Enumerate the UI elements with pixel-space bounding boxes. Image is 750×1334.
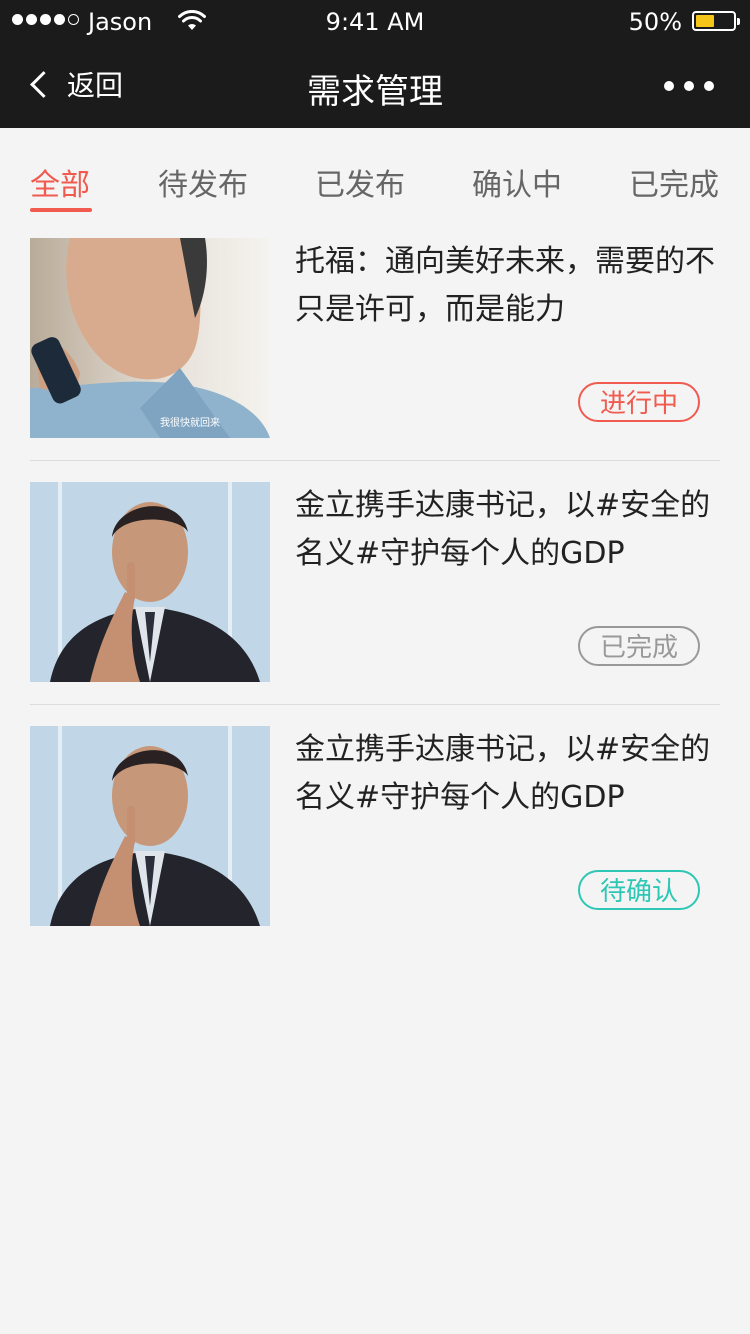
list-item[interactable]: 金立携手达康书记，以#安全的名义#守护每个人的GDP 待确认 — [30, 726, 720, 926]
item-title: 金立携手达康书记，以#安全的名义#守护每个人的GDP — [295, 732, 711, 815]
battery-percentage: 50% — [628, 8, 682, 36]
status-badge: 待确认 — [577, 870, 700, 910]
active-tab-indicator — [30, 208, 92, 212]
item-thumbnail — [30, 482, 270, 682]
tab-confirming[interactable]: 确认中 — [472, 160, 562, 204]
status-bar: Jason 9:41 AM 50% — [0, 0, 750, 44]
status-tabs: 全部 待发布 已发布 确认中 已完成 — [0, 128, 750, 218]
list-divider — [30, 704, 720, 705]
tab-pending-publish[interactable]: 待发布 — [158, 160, 248, 204]
navigation-bar: 返回 需求管理 — [0, 44, 750, 128]
tab-published[interactable]: 已发布 — [315, 160, 405, 204]
list-item[interactable]: 我很快就回来 托福：通向美好未来，需要的不只是许可，而是能力 进行中 — [30, 238, 720, 438]
more-dots-icon[interactable] — [664, 81, 714, 91]
battery-icon — [692, 11, 740, 31]
item-thumbnail — [30, 726, 270, 926]
page-title: 需求管理 — [307, 72, 443, 112]
tab-all[interactable]: 全部 — [30, 160, 90, 204]
item-thumbnail: 我很快就回来 — [30, 238, 270, 438]
thumbnail-caption: 我很快就回来 — [160, 416, 220, 429]
status-badge: 进行中 — [577, 382, 700, 422]
item-title: 金立携手达康书记，以#安全的名义#守护每个人的GDP — [295, 488, 711, 571]
list-divider — [30, 460, 720, 461]
tab-completed[interactable]: 已完成 — [629, 160, 719, 204]
item-title: 托福：通向美好未来，需要的不只是许可，而是能力 — [295, 244, 715, 327]
list-item[interactable]: 金立携手达康书记，以#安全的名义#守护每个人的GDP 已完成 — [30, 482, 720, 682]
status-badge: 已完成 — [577, 626, 700, 666]
